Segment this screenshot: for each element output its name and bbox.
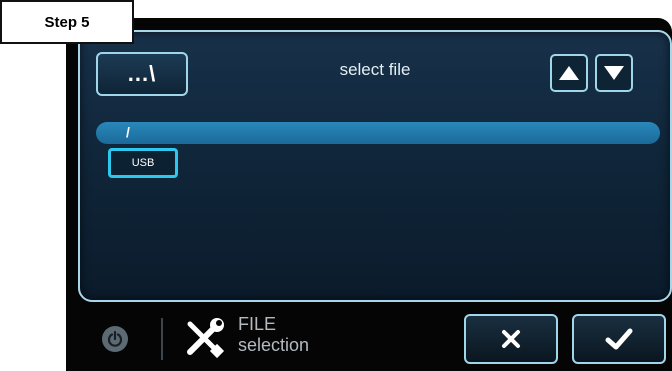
checkmark-icon	[605, 328, 633, 350]
bottom-bar: FILE selection	[66, 306, 672, 371]
touch-screen: ...\ select file / USB	[78, 30, 672, 302]
confirm-button[interactable]	[572, 314, 666, 364]
current-path-row[interactable]: /	[96, 122, 660, 144]
separator	[161, 318, 163, 360]
triangle-down-icon	[604, 66, 624, 80]
file-list-item-usb[interactable]: USB	[108, 148, 178, 178]
mode-label: FILE selection	[238, 314, 309, 356]
x-icon	[502, 330, 520, 348]
power-icon	[107, 331, 123, 347]
step-label: Step 5	[0, 0, 134, 44]
screen-title: select file	[339, 60, 411, 79]
wrench-screwdriver-icon	[187, 318, 225, 359]
scroll-up-button[interactable]	[550, 54, 588, 92]
cancel-button[interactable]	[464, 314, 558, 364]
triangle-up-icon	[559, 66, 579, 80]
power-button[interactable]	[102, 326, 128, 352]
mode-subtitle: selection	[238, 335, 310, 355]
parent-directory-button[interactable]: ...\	[96, 52, 188, 96]
scroll-down-button[interactable]	[595, 54, 633, 92]
mode-title: FILE	[238, 314, 277, 334]
